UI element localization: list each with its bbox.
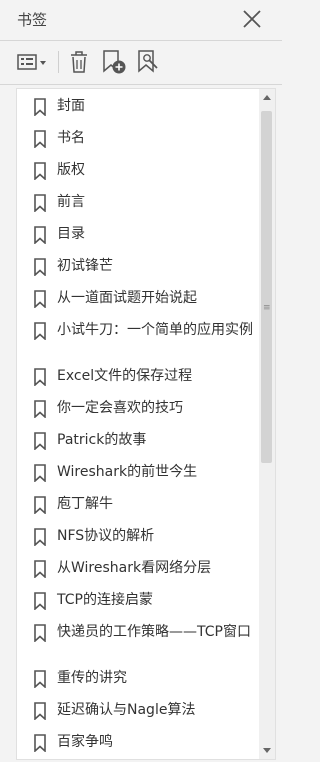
- toolbar-divider: [58, 51, 59, 73]
- bookmark-icon: [34, 290, 46, 308]
- bookmarks-scrollbar[interactable]: ≡: [259, 88, 276, 760]
- bookmark-label: TCP的连接启蒙: [57, 592, 153, 608]
- bookmark-search-icon[interactable]: [136, 49, 162, 75]
- bookmark-icon: [34, 496, 46, 514]
- bookmark-icon: [34, 130, 46, 148]
- bookmark-icon: [34, 194, 46, 212]
- bookmark-icon: [34, 98, 46, 116]
- bookmark-label: 小试牛刀：一个简单的应用实例: [57, 322, 253, 338]
- bookmark-label: 延迟确认与Nagle算法: [57, 702, 196, 718]
- bookmark-icon: [34, 400, 46, 418]
- bookmark-label: Excel文件的保存过程: [57, 368, 193, 384]
- bookmark-label: 初试锋芒: [57, 258, 113, 274]
- bookmark-icon: [34, 226, 46, 244]
- bookmark-icon: [34, 368, 46, 386]
- panel-title: 书签: [17, 11, 48, 29]
- list-options-icon[interactable]: [16, 49, 50, 75]
- scroll-up-icon[interactable]: [262, 93, 272, 101]
- bookmark-icon: [34, 624, 46, 642]
- panel-header: 书签: [0, 0, 282, 41]
- bookmark-icon: [34, 258, 46, 276]
- bookmark-icon: [34, 528, 46, 546]
- bookmark-label: 百家争鸣: [57, 734, 113, 750]
- bookmark-label: 书名: [57, 130, 85, 146]
- bookmark-icon: [34, 560, 46, 578]
- scroll-down-icon[interactable]: [262, 747, 272, 755]
- bookmark-label: Patrick的故事: [57, 432, 147, 448]
- scrollbar-thumb[interactable]: ≡: [261, 111, 272, 463]
- bookmark-label: NFS协议的解析: [57, 528, 155, 544]
- bookmark-icon: [34, 162, 46, 180]
- trash-icon[interactable]: [66, 49, 92, 75]
- bookmark-label: Wireshark的前世今生: [57, 464, 198, 480]
- bookmark-label: 快递员的工作策略——TCP窗口: [57, 624, 251, 640]
- bookmark-label: 从Wireshark看网络分层: [57, 560, 212, 576]
- bookmark-label: 从一道面试题开始说起: [57, 290, 197, 306]
- bookmark-add-icon[interactable]: [101, 49, 127, 75]
- grip-icon: ≡: [263, 303, 271, 313]
- bookmark-label: 目录: [57, 226, 85, 242]
- bookmark-label: 你一定会喜欢的技巧: [57, 400, 183, 416]
- bookmark-icon: [34, 670, 46, 688]
- bookmark-icon: [34, 702, 46, 720]
- bookmark-label: 封面: [57, 98, 85, 114]
- bookmark-label: 庖丁解牛: [57, 496, 113, 512]
- bookmark-label: 前言: [57, 194, 85, 210]
- bookmark-icon: [34, 432, 46, 450]
- bookmark-icon: [34, 592, 46, 610]
- close-icon[interactable]: [241, 8, 263, 30]
- bookmark-label: 重传的讲究: [57, 670, 127, 686]
- bookmark-label: 版权: [57, 162, 85, 178]
- bookmark-icon: [34, 322, 46, 340]
- bookmark-icon: [34, 464, 46, 482]
- bookmarks-list: 封面书名版权前言目录初试锋芒从一道面试题开始说起小试牛刀：一个简单的应用实例 Ex…: [16, 88, 262, 760]
- bookmarks-toolbar: [0, 41, 282, 85]
- bookmark-icon: [34, 734, 46, 752]
